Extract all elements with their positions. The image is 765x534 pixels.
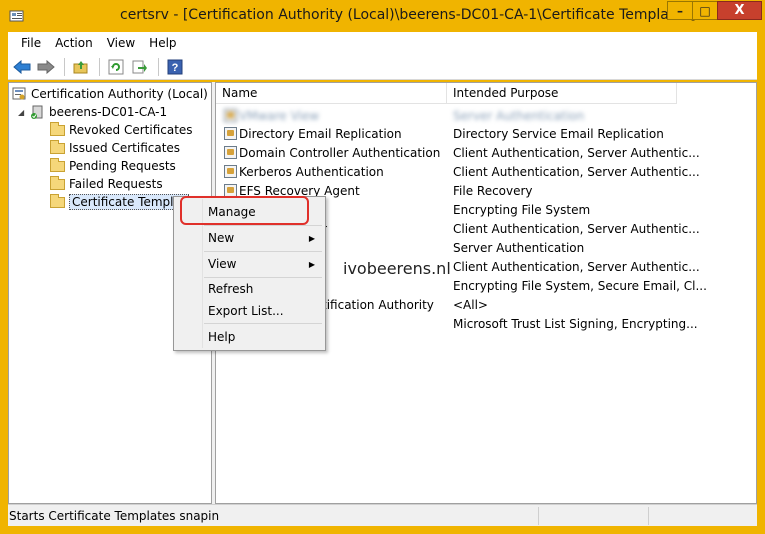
status-segment xyxy=(538,507,539,525)
tree-label: beerens-DC01-CA-1 xyxy=(49,105,168,119)
folder-icon xyxy=(49,193,65,210)
cell-purpose: Client Authentication, Server Authentic.… xyxy=(453,259,700,274)
toolbar-separator xyxy=(99,57,100,76)
certificate-template-icon xyxy=(224,127,237,140)
status-bar: Starts Certificate Templates snapin xyxy=(8,504,757,526)
toolbar-separator xyxy=(64,57,65,76)
cell-purpose: Client Authentication, Server Authentic.… xyxy=(453,164,700,179)
context-menu-view[interactable]: View ▶ xyxy=(208,254,323,274)
table-row[interactable]: Directory Email Replication Directory Se… xyxy=(216,124,756,143)
menu-separator xyxy=(204,277,322,278)
title-bar[interactable]: certsrv - [Certification Authority (Loca… xyxy=(0,0,765,32)
content-area: Certification Authority (Local) ◢ beeren… xyxy=(8,82,757,504)
column-header-name[interactable]: Name xyxy=(216,83,447,104)
menu-action[interactable]: Action xyxy=(48,36,100,50)
table-row[interactable]: Kerberos Authentication Client Authentic… xyxy=(216,162,756,181)
cell-purpose: File Recovery xyxy=(453,183,533,198)
context-menu-export-list[interactable]: Export List... xyxy=(208,301,323,321)
ca-server-icon xyxy=(29,104,45,120)
app-icon[interactable] xyxy=(9,8,25,24)
tree-item-ca[interactable]: beerens-DC01-CA-1 xyxy=(29,103,167,121)
window-title: certsrv - [Certification Authority (Loca… xyxy=(120,7,696,23)
cell-purpose: Server Authentication xyxy=(453,240,585,255)
cell-purpose: Encrypting File System xyxy=(453,202,591,217)
tree-label: Certificate Templat xyxy=(69,194,189,210)
menu-item-label: Export List... xyxy=(208,304,284,318)
cell-name: Directory Email Replication xyxy=(239,126,402,141)
certificate-authority-icon xyxy=(11,86,27,102)
minimize-button[interactable]: – xyxy=(667,1,693,20)
menu-bar: File Action View Help xyxy=(8,32,757,54)
status-text: Starts Certificate Templates snapin xyxy=(9,509,220,523)
folder-icon xyxy=(49,175,65,192)
svg-text:?: ? xyxy=(172,62,179,74)
column-header-intended-purpose[interactable]: Intended Purpose xyxy=(447,83,677,104)
cell-purpose: Encrypting File System, Secure Email, Cl… xyxy=(453,278,707,293)
cell-name: Domain Controller Authentication xyxy=(239,145,441,160)
refresh-icon[interactable] xyxy=(105,56,127,78)
cell-purpose: Directory Service Email Replication xyxy=(453,126,664,141)
status-segment xyxy=(648,507,649,525)
submenu-arrow-icon: ▶ xyxy=(308,233,315,243)
tree-label: Certification Authority (Local) xyxy=(31,87,208,101)
manage-highlight-box xyxy=(180,196,309,225)
certificate-template-icon xyxy=(224,109,237,122)
up-folder-icon[interactable] xyxy=(70,56,92,78)
menu-separator xyxy=(204,323,322,324)
cell-purpose: <All> xyxy=(453,297,488,312)
export-list-icon[interactable] xyxy=(129,56,151,78)
list-header: Name Intended Purpose xyxy=(216,83,756,104)
context-menu-new[interactable]: New ▶ xyxy=(208,228,323,248)
watermark: ivobeerens.nl xyxy=(343,259,451,278)
tree-label: Pending Requests xyxy=(69,159,176,173)
menu-item-label: Refresh xyxy=(208,282,254,296)
certificate-template-icon xyxy=(224,165,237,178)
menu-item-label: View xyxy=(208,257,237,271)
collapse-icon[interactable]: ◢ xyxy=(18,109,27,118)
tree-label: Revoked Certificates xyxy=(69,123,193,137)
toolbar: ? xyxy=(8,54,757,80)
mmc-window: certsrv - [Certification Authority (Loca… xyxy=(0,0,765,534)
cell-purpose: Client Authentication, Server Authentic.… xyxy=(453,221,700,236)
table-row[interactable]: Domain Controller Authentication Client … xyxy=(216,143,756,162)
menu-item-label: New xyxy=(208,231,235,245)
cell-name: VMware View xyxy=(239,108,320,123)
close-button[interactable]: X xyxy=(717,1,762,20)
menu-item-label: Help xyxy=(208,330,236,344)
tree-item-failed-requests[interactable]: Failed Requests xyxy=(49,175,163,193)
tree-label: Failed Requests xyxy=(69,177,163,191)
table-row[interactable]: VMware View Server Authentication xyxy=(216,106,756,125)
forward-arrow-icon[interactable] xyxy=(35,56,57,78)
cell-name: Kerberos Authentication xyxy=(239,164,384,179)
tree-item-pending-requests[interactable]: Pending Requests xyxy=(49,157,176,175)
tree-label: Issued Certificates xyxy=(69,141,181,155)
context-menu-help[interactable]: Help xyxy=(208,327,323,347)
cell-name: tification Authority xyxy=(322,297,434,312)
menu-file[interactable]: File xyxy=(14,36,48,50)
cell-purpose: Microsoft Trust List Signing, Encrypting… xyxy=(453,316,698,331)
toolbar-separator xyxy=(158,57,159,76)
menu-separator xyxy=(204,225,322,226)
folder-icon xyxy=(49,139,65,156)
menu-help[interactable]: Help xyxy=(142,36,183,50)
folder-icon xyxy=(49,157,65,174)
folder-icon xyxy=(49,121,65,138)
cell-purpose: Server Authentication xyxy=(453,108,585,123)
tree-item-revoked-certificates[interactable]: Revoked Certificates xyxy=(49,121,193,139)
menu-view[interactable]: View xyxy=(100,36,142,50)
certificate-template-icon xyxy=(224,146,237,159)
cell-purpose: Client Authentication, Server Authentic.… xyxy=(453,145,700,160)
tree-item-ca-local[interactable]: Certification Authority (Local) xyxy=(11,85,208,103)
tree-item-issued-certificates[interactable]: Issued Certificates xyxy=(49,139,180,157)
maximize-button[interactable]: □ xyxy=(692,1,718,20)
context-menu-refresh[interactable]: Refresh xyxy=(208,279,323,299)
help-icon[interactable]: ? xyxy=(164,56,186,78)
back-arrow-icon[interactable] xyxy=(11,56,33,78)
submenu-arrow-icon: ▶ xyxy=(308,259,315,269)
menu-separator xyxy=(204,251,322,252)
tree-item-certificate-templates[interactable]: Certificate Templat xyxy=(49,193,189,211)
